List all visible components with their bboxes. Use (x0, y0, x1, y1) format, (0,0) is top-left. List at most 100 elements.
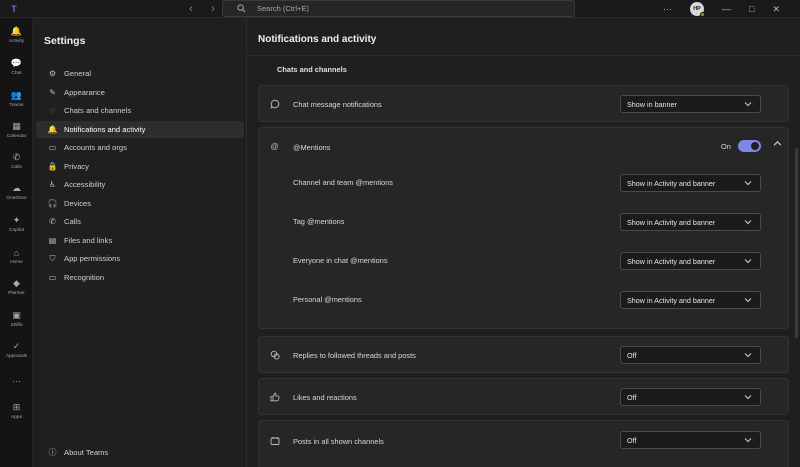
nav-item-label: App permissions (64, 254, 121, 263)
mentions-card: @ @Mentions On Channel and team @mention… (258, 127, 789, 329)
posts-dropdown[interactable]: Off (620, 431, 761, 449)
copilot-icon: ✦ (12, 215, 21, 225)
likes-label: Likes and reactions (293, 393, 357, 402)
posts-card: Posts in all shown channels Off (258, 420, 789, 467)
toggle-knob (751, 142, 759, 150)
mention-row-dropdown[interactable]: Show in Activity and banner (620, 213, 761, 231)
rail-item-onedrive[interactable]: ☁ OneDrive (0, 183, 33, 201)
chat-message-notifications-dropdown[interactable]: Show in banner (620, 95, 761, 113)
close-button[interactable]: ✕ (772, 4, 780, 15)
chat-message-notifications-label: Chat message notifications (293, 100, 382, 109)
shifts-icon: ▣ (12, 310, 21, 320)
lock-icon: 🔒 (47, 161, 58, 171)
nav-item-accessibility[interactable]: ♿ Accessibility (36, 176, 244, 193)
settings-nav: Settings ⚙ General ✎ Appearance ◌ Chats and c… (33, 18, 247, 467)
rail-item-label: Chat (11, 71, 22, 76)
rail-item-approvals[interactable]: ✓ Approvals (0, 341, 33, 359)
mention-row-dropdown[interactable]: Show in Activity and banner (620, 291, 761, 309)
rail-item-chat[interactable]: 💬 Chat (0, 58, 33, 76)
avatar[interactable]: HP (690, 2, 706, 17)
rail-item-home[interactable]: ⌂ Home (0, 247, 33, 266)
replies-dropdown[interactable]: Off (620, 346, 761, 364)
scrollbar[interactable] (795, 148, 798, 338)
mention-row-label: Personal @mentions (293, 295, 362, 304)
nav-item-label: General (64, 69, 92, 78)
mention-row-dropdown[interactable]: Show in Activity and banner (620, 252, 761, 270)
rail-item-copilot[interactable]: ✦ Copilot (0, 215, 33, 233)
dropdown-value: Off (627, 350, 637, 360)
rail-item-label: Copilot (9, 228, 24, 233)
home-icon: ⌂ (13, 247, 20, 258)
dropdown-value: Show in banner (627, 99, 677, 109)
chat-message-notifications-card: Chat message notifications Show in banne… (258, 85, 789, 122)
rail-item-calendar[interactable]: ▦ Calendar (0, 121, 33, 139)
chevron-right-icon[interactable]: › (208, 2, 218, 16)
rail-item-label: Approvals (5, 354, 28, 359)
chevron-down-icon (744, 438, 752, 443)
chevron-left-icon[interactable]: ‹ (186, 2, 196, 16)
rail-item-planner[interactable]: ◆ Planner (0, 278, 33, 296)
mention-row-dropdown[interactable]: Show in Activity and banner (620, 174, 761, 192)
page-header: Notifications and activity (247, 18, 800, 56)
chevron-down-icon (744, 220, 752, 225)
dropdown-value: Show in Activity and banner (627, 295, 716, 305)
apps-icon: ⊞ (12, 402, 21, 412)
replies-label: Replies to followed threads and posts (293, 351, 416, 360)
phone-icon: ✆ (49, 217, 56, 226)
presence-available-icon (700, 12, 706, 17)
dropdown-value: Show in Activity and banner (627, 256, 716, 266)
maximize-button[interactable]: □ (749, 4, 754, 14)
history-nav: ‹ › (186, 2, 218, 16)
nav-item-accounts-and-orgs[interactable]: ▭ Accounts and orgs (36, 139, 244, 156)
nav-item-privacy[interactable]: 🔒 Privacy (36, 158, 244, 175)
gear-icon: ⚙ (48, 69, 57, 78)
id-card-icon: ▭ (48, 143, 57, 152)
nav-item-appearance[interactable]: ✎ Appearance (36, 84, 244, 101)
likes-dropdown[interactable]: Off (620, 388, 761, 406)
chevron-down-icon (744, 102, 752, 107)
dropdown-value: Show in Activity and banner (627, 217, 716, 227)
shield-icon: ⛉ (49, 253, 56, 263)
rail-item-apps[interactable]: ⊞ Apps (0, 402, 33, 420)
accessibility-icon: ♿ (48, 180, 57, 189)
rail-item-calls[interactable]: ✆ Calls (0, 152, 33, 170)
likes-card: Likes and reactions Off (258, 378, 789, 415)
nav-item-general[interactable]: ⚙ General (36, 65, 244, 82)
chevron-up-icon[interactable] (773, 139, 782, 150)
planner-icon: ◆ (13, 278, 20, 288)
nav-item-calls[interactable]: ✆ Calls (36, 213, 244, 230)
rail-item-label: Apps (11, 415, 22, 420)
nav-item-label: Notifications and activity (64, 124, 146, 134)
nav-item-devices[interactable]: 🎧 Devices (36, 195, 244, 212)
nav-item-label: Devices (64, 198, 92, 208)
rail-item-label: Activity (8, 39, 25, 44)
nav-item-label: About Teams (64, 448, 109, 457)
nav-item-label: Accounts and orgs (64, 143, 127, 152)
mention-row-label: Tag @mentions (293, 217, 345, 226)
mentions-toggle[interactable] (738, 140, 761, 152)
rail-item-teams[interactable]: 👥 Teams (0, 90, 33, 108)
nav-item-label: Privacy (64, 161, 89, 171)
nav-item-recognition[interactable]: ▭ Recognition (36, 269, 244, 286)
nav-item-app-permissions[interactable]: ⛉ App permissions (36, 250, 244, 267)
rail-item-label: Calls (11, 165, 22, 170)
minimize-button[interactable]: — (722, 4, 731, 14)
posts-label: Posts in all shown channels (293, 437, 384, 446)
rail-item-shifts[interactable]: ▣ Shifts (0, 310, 33, 328)
more-icon: ··· (12, 375, 21, 386)
notifications-panel: Notifications and activity Chats and cha… (247, 18, 800, 467)
rail-item-label: Planner (8, 291, 25, 296)
chevron-down-icon (744, 395, 752, 400)
nav-item-notifications-and-activity[interactable]: 🔔 Notifications and activity (36, 120, 244, 138)
nav-item-about-teams[interactable]: ⓘ About Teams (36, 444, 244, 461)
search-input[interactable]: Search (Ctrl+E) (222, 0, 575, 17)
more-options-icon[interactable]: ··· (663, 4, 672, 14)
rail-item-more[interactable]: ··· (0, 375, 33, 386)
cloud-icon: ☁ (12, 183, 21, 193)
rail-item-label: Teams (9, 103, 24, 108)
nav-item-files-and-links[interactable]: ▤ Files and links (36, 232, 244, 249)
nav-item-chats-and-channels[interactable]: ◌ Chats and channels (36, 102, 244, 119)
rail-item-activity[interactable]: 🔔 Activity (0, 26, 33, 44)
recognition-icon: ▭ (48, 272, 57, 282)
dropdown-value: Show in Activity and banner (627, 178, 716, 188)
